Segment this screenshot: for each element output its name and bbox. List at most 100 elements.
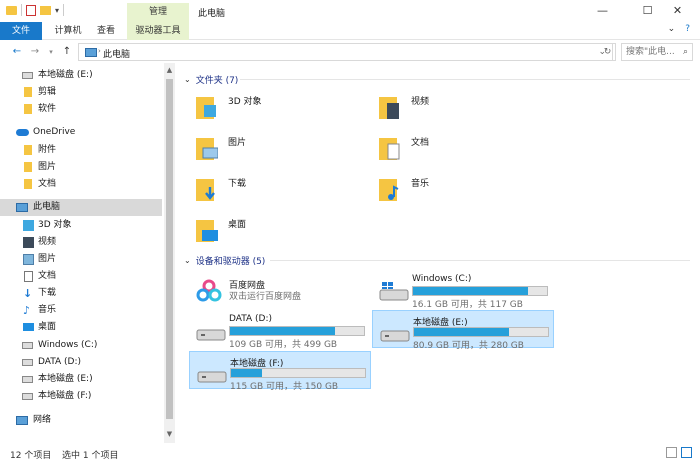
folder-desktop[interactable]: 桌面 [178, 212, 348, 252]
folder-music[interactable]: 音乐 [361, 171, 531, 211]
sidebar-item-pictures[interactable]: 图片 [0, 251, 162, 268]
search-input[interactable]: 搜索"此电... ⌕ [621, 43, 693, 61]
sidebar-item-drive-f[interactable]: 本地磁盘 (F:) [0, 388, 162, 405]
breadcrumb[interactable]: 此电脑 [103, 47, 130, 60]
windows-drive-icon [379, 282, 409, 301]
scroll-up-icon[interactable]: ▲ [165, 66, 174, 76]
sidebar-item-software[interactable]: 软件 [0, 101, 162, 118]
explorer-icon [6, 5, 17, 15]
details-view-icon[interactable] [666, 447, 677, 458]
sidebar-item-documents[interactable]: 文档 [0, 268, 162, 285]
minimize-button[interactable]: — [580, 0, 625, 22]
sidebar-item-onedrive[interactable]: OneDrive [0, 124, 162, 141]
sidebar-item-downloads[interactable]: ↓ 下载 [0, 285, 162, 302]
refresh-icon[interactable]: ↻ [600, 43, 616, 61]
devices-section-header[interactable]: ⌄ 设备和驱动器 (5) [184, 254, 265, 267]
folder-label: 下载 [228, 179, 247, 189]
tab-computer[interactable]: 计算机 [48, 22, 88, 40]
tab-view[interactable]: 查看 [90, 22, 122, 40]
folder-pictures[interactable]: 图片 [178, 130, 348, 170]
folder-label: 文档 [411, 138, 430, 148]
scrollbar-thumb[interactable] [166, 79, 173, 419]
sidebar-item-this-pc[interactable]: 此电脑 [0, 199, 162, 216]
sidebar-item-drive-d[interactable]: DATA (D:) [0, 354, 162, 371]
sidebar-item-label: 桌面 [38, 322, 57, 332]
tab-manage[interactable]: 管理 [127, 3, 189, 22]
sidebar-item-drive-c[interactable]: Windows (C:) [0, 337, 162, 354]
tab-drive-tools[interactable]: 驱动器工具 [127, 22, 189, 40]
forward-arrow-icon[interactable]: → [28, 44, 42, 60]
sidebar-item-music[interactable]: ♪ 音乐 [0, 302, 162, 319]
folder-3d-objects[interactable]: 3D 对象 [178, 89, 348, 129]
back-arrow-icon[interactable]: ← [10, 44, 24, 60]
breadcrumb-separator-icon[interactable]: › [98, 47, 101, 55]
drive-c[interactable]: Windows (C:) 16.1 GB 可用，共 117 GB [372, 270, 554, 310]
folder-icon [24, 162, 32, 172]
recent-locations-icon[interactable]: ▾ [44, 44, 58, 60]
search-placeholder: 搜索"此电... [626, 47, 675, 57]
section-title: 设备和驱动器 (5) [195, 257, 266, 267]
sidebar-item-label: 本地磁盘 (E:) [38, 70, 93, 80]
quick-access-toolbar: ▾ [6, 4, 65, 16]
new-folder-icon[interactable] [40, 5, 51, 15]
drive-usage-fill [414, 328, 510, 336]
drive-e[interactable]: 本地磁盘 (E:) 80.9 GB 可用，共 280 GB [372, 310, 554, 351]
sidebar-item-desktop[interactable]: 桌面 [0, 319, 162, 336]
drive-icon [197, 371, 227, 383]
sidebar-item-drive-e-2[interactable]: 本地磁盘 (E:) [0, 371, 162, 388]
folder-icon [24, 145, 32, 155]
folder-icon [24, 179, 32, 189]
search-icon[interactable]: ⌕ [683, 44, 688, 60]
sidebar-item-label: 网络 [33, 415, 52, 425]
folders-section-header[interactable]: ⌄ 文件夹 (7) [184, 73, 238, 86]
customize-toolbar-icon[interactable]: ▾ [55, 6, 59, 15]
drive-f[interactable]: 本地磁盘 (F:) 115 GB 可用，共 150 GB [189, 351, 371, 392]
baidu-netdisk-item[interactable]: 百度网盘 双击运行百度网盘 [189, 274, 371, 312]
drive-icon [22, 359, 33, 366]
sidebar-item-network[interactable]: 网络 [0, 412, 162, 429]
drive-usage-bar [412, 286, 548, 296]
drive-d[interactable]: DATA (D:) 109 GB 可用，共 499 GB [189, 310, 371, 350]
section-divider [270, 260, 690, 261]
folder-label: 图片 [228, 138, 247, 148]
drive-usage-bar [413, 327, 549, 337]
video-icon [379, 97, 399, 119]
scroll-down-icon[interactable]: ▼ [165, 430, 174, 440]
folder-icon [24, 104, 32, 114]
folder-downloads[interactable]: 下载 [178, 171, 348, 211]
sidebar-item-label: 附件 [38, 145, 57, 155]
tab-file[interactable]: 文件 [0, 22, 42, 40]
expand-ribbon-icon[interactable]: ⌄ [668, 24, 676, 34]
sidebar-item-clips[interactable]: 剪辑 [0, 84, 162, 101]
desktop-icon [23, 323, 34, 331]
baidu-netdisk-icon [196, 279, 222, 302]
address-bar[interactable]: › 此电脑 ⌄ [78, 43, 613, 61]
sidebar-item-onedrive-documents[interactable]: 文档 [0, 176, 162, 193]
sidebar-item-videos[interactable]: 视频 [0, 234, 162, 251]
sidebar-item-attachments[interactable]: 附件 [0, 142, 162, 159]
sidebar-item-drive-e[interactable]: 本地磁盘 (E:) [0, 67, 162, 84]
folder-videos[interactable]: 视频 [361, 89, 531, 129]
sidebar-item-label: 剪辑 [38, 87, 57, 97]
drive-usage-bar [229, 326, 365, 336]
close-button[interactable]: ✕ [655, 0, 700, 22]
ribbon-controls: ⌄ ? [668, 24, 690, 34]
3d-objects-icon [23, 220, 34, 231]
documents-icon [379, 138, 400, 160]
help-icon[interactable]: ? [685, 24, 690, 34]
chevron-down-icon[interactable]: ⌄ [184, 256, 191, 265]
drive-icon [196, 329, 226, 341]
chevron-down-icon[interactable]: ⌄ [184, 75, 191, 84]
folder-icon [24, 87, 32, 97]
properties-icon[interactable] [26, 4, 36, 16]
large-icons-view-icon[interactable] [681, 447, 692, 458]
sidebar-item-3d-objects[interactable]: 3D 对象 [0, 217, 162, 234]
drive-icon [22, 376, 33, 383]
sidebar-scrollbar[interactable]: ▲ ▼ [164, 63, 175, 443]
sidebar-item-label: Windows (C:) [38, 340, 98, 350]
item-count: 12 个项目 [10, 451, 52, 461]
window-title: 此电脑 [198, 9, 226, 19]
folder-documents[interactable]: 文档 [361, 130, 531, 170]
up-arrow-icon[interactable]: ↑ [60, 44, 74, 60]
sidebar-item-onedrive-pictures[interactable]: 图片 [0, 159, 162, 176]
